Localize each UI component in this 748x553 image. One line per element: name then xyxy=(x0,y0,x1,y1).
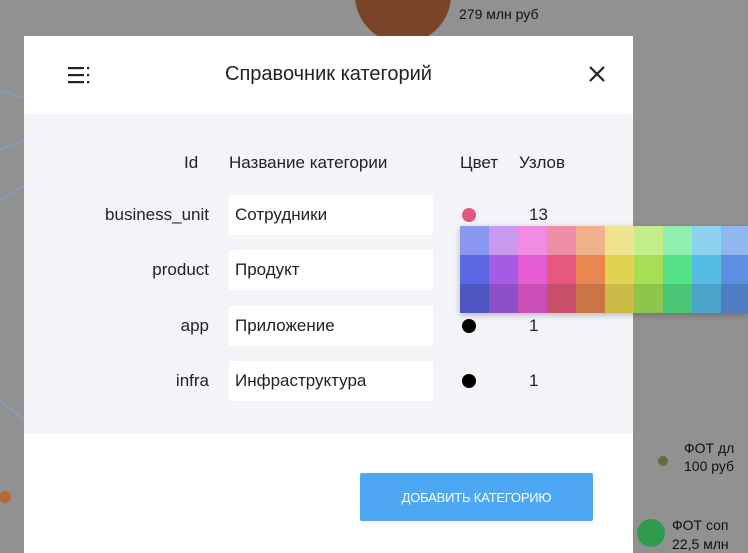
color-swatch[interactable] xyxy=(721,255,748,284)
table-row: infra 1 xyxy=(24,361,633,401)
color-swatch[interactable] xyxy=(460,255,489,284)
color-swatch[interactable] xyxy=(663,284,692,313)
color-swatch[interactable] xyxy=(489,284,518,313)
add-category-button[interactable]: ДОБАВИТЬ КАТЕГОРИЮ xyxy=(360,473,593,521)
color-swatch[interactable] xyxy=(518,226,547,255)
color-swatch[interactable] xyxy=(576,255,605,284)
color-swatch[interactable] xyxy=(460,284,489,313)
column-header-name: Название категории xyxy=(229,153,388,172)
color-swatch[interactable] xyxy=(489,226,518,255)
close-icon[interactable] xyxy=(587,64,607,84)
color-swatch[interactable] xyxy=(692,226,721,255)
color-swatch[interactable] xyxy=(547,255,576,284)
row-node-count: 13 xyxy=(529,205,548,224)
dialog-header: Справочник категорий xyxy=(24,36,633,114)
color-palette-popup xyxy=(460,226,748,313)
column-header-nodes: Узлов xyxy=(519,153,566,172)
graph-label-top: 279 млн руб xyxy=(459,6,539,22)
color-swatch[interactable] xyxy=(547,226,576,255)
color-picker-dot[interactable] xyxy=(462,319,476,333)
color-swatch[interactable] xyxy=(634,226,663,255)
color-swatch[interactable] xyxy=(721,284,748,313)
dialog-title: Справочник категорий xyxy=(225,63,432,85)
color-picker-dot[interactable] xyxy=(462,208,476,222)
category-name-input[interactable] xyxy=(229,361,433,401)
row-id: business_unit xyxy=(105,205,209,224)
color-swatch[interactable] xyxy=(460,226,489,255)
graph-legend-2-line2: 22,5 млн xyxy=(672,536,729,552)
graph-legend-1-line1: ФОТ дл xyxy=(684,440,735,456)
graph-legend-2-line1: ФОТ соп xyxy=(672,517,729,533)
column-header-id: Id xyxy=(184,153,199,172)
color-swatch[interactable] xyxy=(518,284,547,313)
color-swatch[interactable] xyxy=(605,284,634,313)
color-swatch[interactable] xyxy=(605,226,634,255)
row-id: product xyxy=(152,260,209,279)
graph-node-legend-2[interactable] xyxy=(637,519,665,547)
row-id: infra xyxy=(175,371,209,390)
color-swatch[interactable] xyxy=(518,255,547,284)
color-swatch[interactable] xyxy=(663,255,692,284)
color-picker-dot[interactable] xyxy=(462,374,476,388)
category-name-input[interactable] xyxy=(229,306,433,346)
color-swatch[interactable] xyxy=(576,226,605,255)
color-swatch[interactable] xyxy=(663,226,692,255)
color-swatch[interactable] xyxy=(489,255,518,284)
category-name-input[interactable] xyxy=(229,250,433,290)
color-swatch[interactable] xyxy=(605,255,634,284)
graph-legend-1-line2: 100 руб xyxy=(684,458,735,474)
color-swatch[interactable] xyxy=(692,255,721,284)
graph-node-legend-1[interactable] xyxy=(658,456,668,466)
column-header-color: Цвет xyxy=(460,153,499,172)
category-name-input[interactable] xyxy=(229,195,433,235)
color-swatch[interactable] xyxy=(634,284,663,313)
color-swatch[interactable] xyxy=(692,284,721,313)
color-swatch[interactable] xyxy=(547,284,576,313)
row-id: app xyxy=(180,316,209,335)
row-node-count: 1 xyxy=(529,316,539,335)
color-swatch[interactable] xyxy=(576,284,605,313)
color-swatch[interactable] xyxy=(634,255,663,284)
color-swatch[interactable] xyxy=(721,226,748,255)
row-node-count: 1 xyxy=(529,371,539,390)
